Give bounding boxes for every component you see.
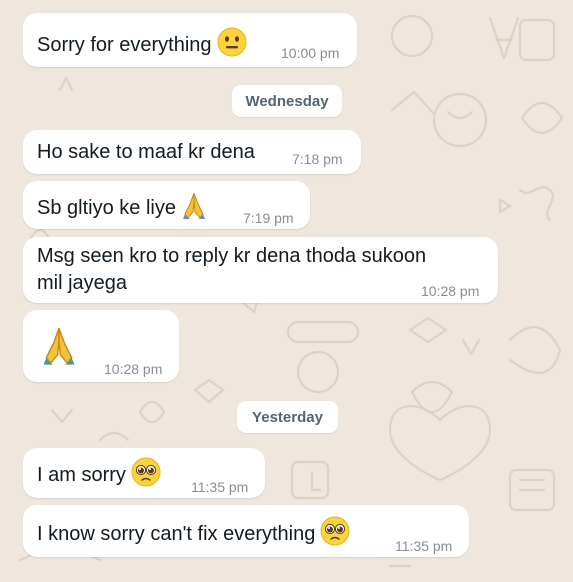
message-bubble[interactable]: I am sorry 11:35 pm <box>23 448 265 498</box>
message-text: Msg seen kro to reply kr dena thoda suko… <box>37 245 427 294</box>
message-bubble[interactable]: 10:28 pm <box>23 310 179 382</box>
chat-area: Sorry for everything 10:00 pm Wednesday … <box>0 0 573 582</box>
folded-hands-icon <box>181 190 207 228</box>
date-separator: Wednesday <box>232 85 342 117</box>
message-timestamp: 10:28 pm <box>421 283 480 299</box>
neutral-face-icon <box>217 27 247 65</box>
date-separator: Yesterday <box>237 401 338 433</box>
message-timestamp: 7:19 pm <box>243 210 294 226</box>
folded-hands-icon <box>39 324 79 371</box>
message-text: Sb gltiyo ke liye <box>37 190 207 228</box>
message-bubble[interactable]: Msg seen kro to reply kr dena thoda suko… <box>23 237 498 303</box>
message-timestamp: 11:35 pm <box>191 479 249 495</box>
message-timestamp: 11:35 pm <box>395 538 453 554</box>
message-bubble[interactable]: Ho sake to maaf kr dena 7:18 pm <box>23 130 361 174</box>
pleading-face-icon <box>320 516 350 554</box>
message-text: I know sorry can't fix everything <box>37 516 350 554</box>
message-bubble[interactable]: Sorry for everything 10:00 pm <box>23 13 357 67</box>
message-timestamp: 7:18 pm <box>292 151 343 167</box>
message-bubble[interactable]: I know sorry can't fix everything 11:35 … <box>23 505 469 557</box>
message-timestamp: 10:00 pm <box>281 45 340 61</box>
pleading-face-icon <box>131 457 161 495</box>
message-timestamp: 10:28 pm <box>104 361 163 377</box>
message-bubble[interactable]: Sb gltiyo ke liye 7:19 pm <box>23 181 310 229</box>
message-text: Sorry for everything <box>37 27 247 65</box>
message-text: Ho sake to maaf kr dena <box>37 141 255 163</box>
message-text: I am sorry <box>37 457 161 495</box>
